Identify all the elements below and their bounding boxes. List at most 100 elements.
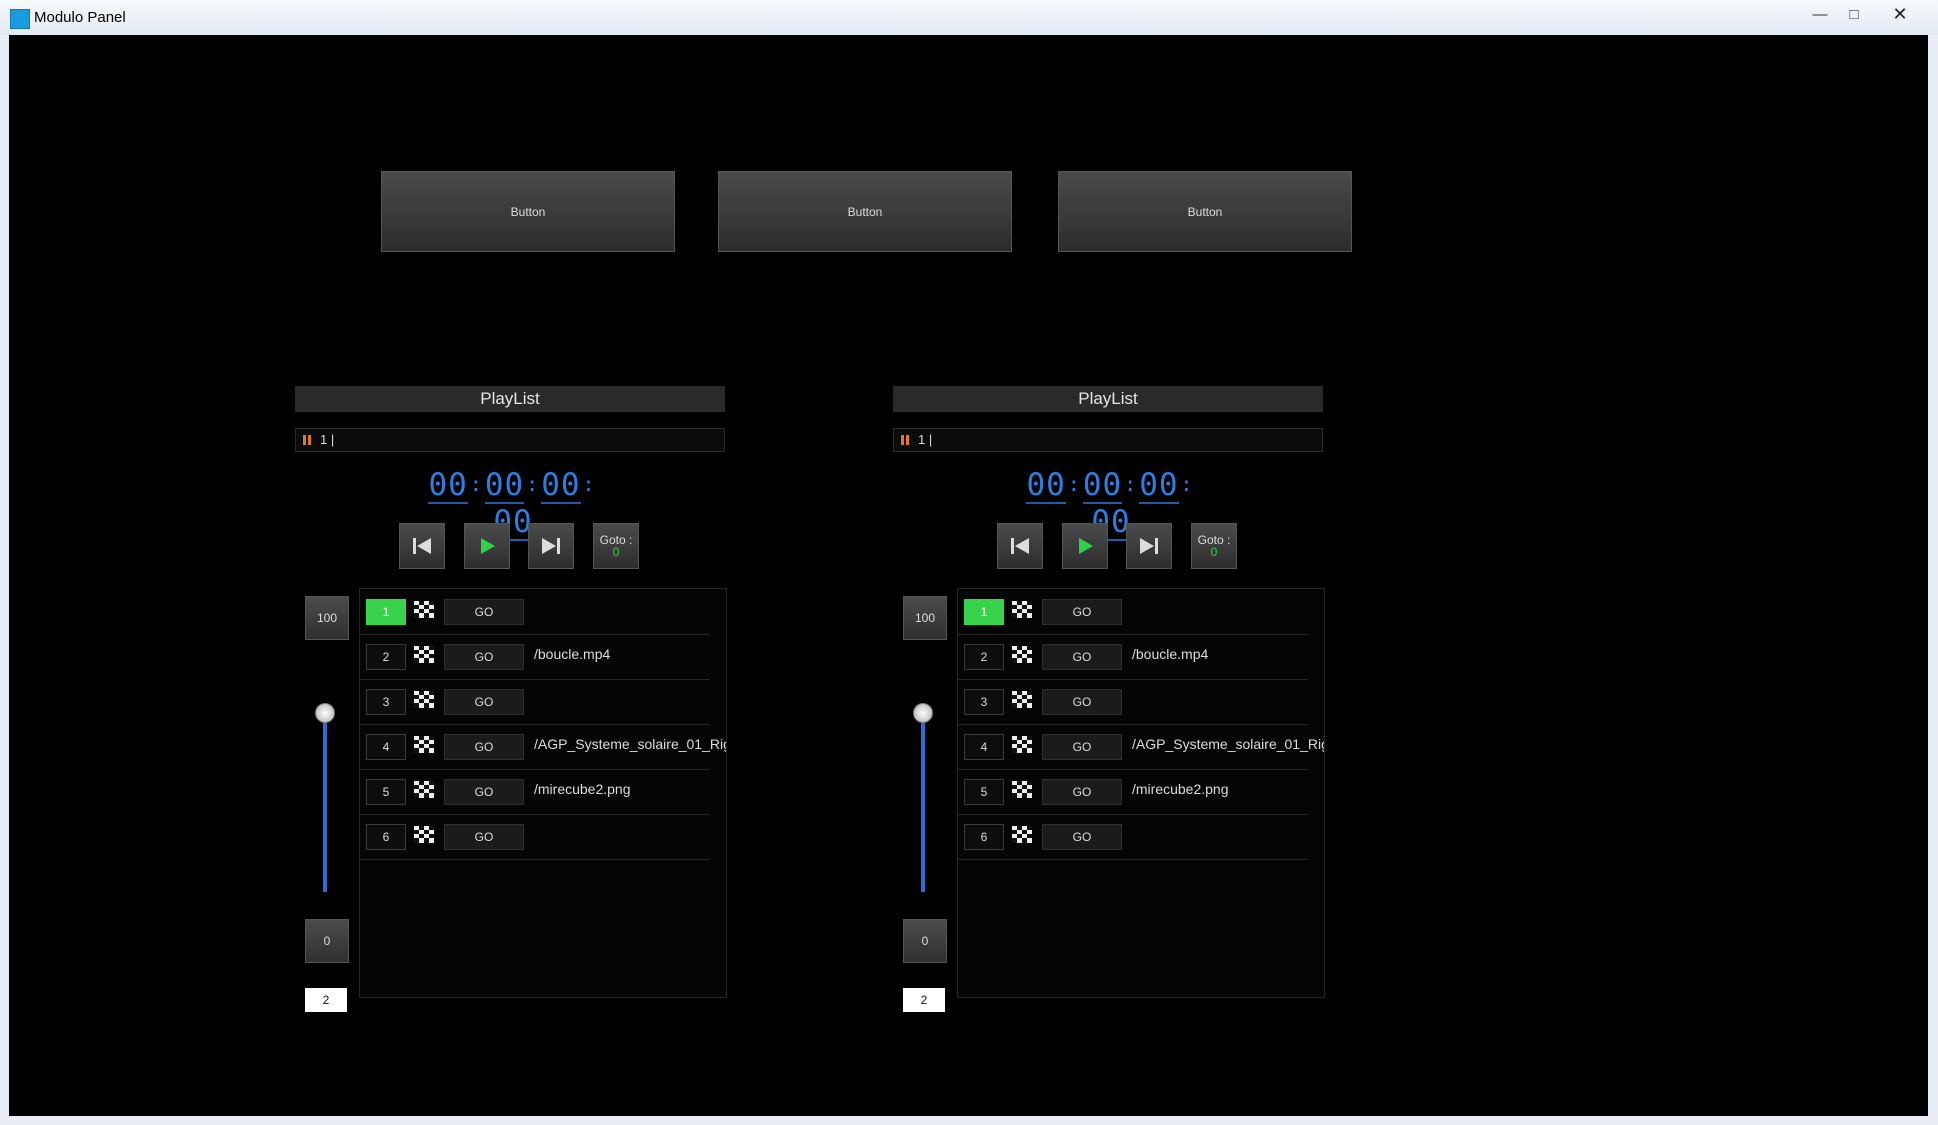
- playlist-row[interactable]: 1 GO: [958, 589, 1308, 635]
- row-number[interactable]: 5: [366, 779, 406, 805]
- maximize-button[interactable]: □: [1837, 3, 1871, 25]
- go-button[interactable]: GO: [444, 644, 524, 670]
- checkered-flag-icon[interactable]: [1012, 691, 1032, 708]
- row-number[interactable]: 1: [964, 599, 1004, 625]
- playlist-row[interactable]: 6 GO: [360, 814, 710, 860]
- window: Modulo Panel — □ ✕ Button Button Button …: [0, 0, 1938, 1125]
- top-button-1[interactable]: Button: [381, 171, 675, 252]
- playlist-row[interactable]: 5 GO/mirecube2.png: [360, 769, 710, 815]
- go-button[interactable]: GO: [1042, 824, 1122, 850]
- pause-icon: [901, 435, 909, 445]
- row-number[interactable]: 4: [366, 734, 406, 760]
- playlist-title: PlayList: [295, 386, 725, 412]
- playlist-row[interactable]: 2 GO/boucle.mp4: [958, 634, 1308, 680]
- checkered-flag-icon[interactable]: [414, 601, 434, 618]
- row-file-name: /AGP_Systeme_solaire_01_Rig: [534, 736, 727, 752]
- checkered-flag-icon[interactable]: [1012, 646, 1032, 663]
- row-number[interactable]: 1: [366, 599, 406, 625]
- checkered-flag-icon[interactable]: [1012, 781, 1032, 798]
- row-number[interactable]: 4: [964, 734, 1004, 760]
- previous-button[interactable]: [997, 523, 1043, 569]
- go-button[interactable]: GO: [444, 824, 524, 850]
- play-icon: [481, 538, 495, 554]
- checkered-flag-icon[interactable]: [1012, 601, 1032, 618]
- skip-back-icon: [413, 538, 431, 554]
- checkered-flag-icon[interactable]: [414, 736, 434, 753]
- playlist-row[interactable]: 4 GO/AGP_Systeme_solaire_01_Rig: [360, 724, 726, 770]
- play-icon: [1079, 538, 1093, 554]
- row-number[interactable]: 3: [964, 689, 1004, 715]
- volume-min-button[interactable]: 0: [903, 919, 947, 963]
- timecode-minutes: 00: [1082, 467, 1123, 504]
- playlist-row[interactable]: 3 GO: [958, 679, 1308, 725]
- close-button[interactable]: ✕: [1871, 3, 1929, 25]
- row-number[interactable]: 3: [366, 689, 406, 715]
- pause-icon: [303, 435, 311, 445]
- go-button[interactable]: GO: [1042, 689, 1122, 715]
- page-number-field[interactable]: 2: [903, 988, 945, 1012]
- volume-slider-thumb[interactable]: [315, 703, 335, 723]
- skip-back-icon: [1011, 538, 1029, 554]
- playlist-status: 1 |: [295, 428, 725, 452]
- volume-slider-thumb[interactable]: [913, 703, 933, 723]
- previous-button[interactable]: [399, 523, 445, 569]
- playlist-row[interactable]: 3 GO: [360, 679, 710, 725]
- row-file-name: /AGP_Systeme_solaire_01_Rig: [1132, 736, 1325, 752]
- volume-slider-track[interactable]: [323, 712, 327, 892]
- playlist-row[interactable]: 1 GO: [360, 589, 710, 635]
- play-button[interactable]: [1062, 523, 1108, 569]
- row-file-name: /boucle.mp4: [534, 646, 611, 662]
- timecode-minutes: 00: [484, 467, 525, 504]
- page-number-field[interactable]: 2: [305, 988, 347, 1012]
- playlist-row[interactable]: 6 GO: [958, 814, 1308, 860]
- checkered-flag-icon[interactable]: [414, 826, 434, 843]
- row-number[interactable]: 2: [964, 644, 1004, 670]
- goto-value: 0: [1210, 545, 1218, 559]
- volume-slider-fill: [323, 712, 327, 892]
- playlist-items: 1 GO 2 GO/boucle.mp4 3 GO 4 GO/AGP_Systeme_sola…: [957, 588, 1325, 998]
- minimize-button[interactable]: —: [1803, 3, 1837, 25]
- row-number[interactable]: 5: [964, 779, 1004, 805]
- status-text: 1 |: [320, 432, 335, 447]
- goto-button[interactable]: Goto : 0: [1191, 523, 1237, 569]
- volume-slider-track[interactable]: [921, 712, 925, 892]
- timecode-hours: 00: [428, 467, 468, 504]
- volume-min-button[interactable]: 0: [305, 919, 349, 963]
- panel-area: Button Button Button PlayList 1 | 00:00:…: [9, 35, 1928, 1116]
- playlist-row[interactable]: 5 GO/mirecube2.png: [958, 769, 1308, 815]
- goto-button[interactable]: Goto : 0: [593, 523, 639, 569]
- volume-max-button[interactable]: 100: [305, 596, 349, 640]
- status-text: 1 |: [918, 432, 933, 447]
- top-button-2[interactable]: Button: [718, 171, 1012, 252]
- skip-forward-icon: [542, 538, 560, 554]
- playlist-title: PlayList: [893, 386, 1323, 412]
- volume-max-button[interactable]: 100: [903, 596, 947, 640]
- go-button[interactable]: GO: [1042, 599, 1122, 625]
- row-file-name: /boucle.mp4: [1132, 646, 1209, 662]
- timecode-hours: 00: [1026, 467, 1066, 504]
- checkered-flag-icon[interactable]: [414, 646, 434, 663]
- go-button[interactable]: GO: [1042, 779, 1122, 805]
- window-title: Modulo Panel: [34, 9, 126, 26]
- checkered-flag-icon[interactable]: [414, 691, 434, 708]
- go-button[interactable]: GO: [1042, 734, 1122, 760]
- row-number[interactable]: 6: [964, 824, 1004, 850]
- play-button[interactable]: [464, 523, 510, 569]
- row-number[interactable]: 6: [366, 824, 406, 850]
- checkered-flag-icon[interactable]: [1012, 736, 1032, 753]
- row-number[interactable]: 2: [366, 644, 406, 670]
- go-button[interactable]: GO: [444, 734, 524, 760]
- top-button-3[interactable]: Button: [1058, 171, 1352, 252]
- next-button[interactable]: [1126, 523, 1172, 569]
- title-bar[interactable]: Modulo Panel — □ ✕: [0, 0, 1938, 35]
- checkered-flag-icon[interactable]: [414, 781, 434, 798]
- row-file-name: /mirecube2.png: [1132, 781, 1229, 797]
- go-button[interactable]: GO: [1042, 644, 1122, 670]
- go-button[interactable]: GO: [444, 689, 524, 715]
- playlist-row[interactable]: 2 GO/boucle.mp4: [360, 634, 710, 680]
- go-button[interactable]: GO: [444, 599, 524, 625]
- checkered-flag-icon[interactable]: [1012, 826, 1032, 843]
- go-button[interactable]: GO: [444, 779, 524, 805]
- playlist-row[interactable]: 4 GO/AGP_Systeme_solaire_01_Rig: [958, 724, 1324, 770]
- next-button[interactable]: [528, 523, 574, 569]
